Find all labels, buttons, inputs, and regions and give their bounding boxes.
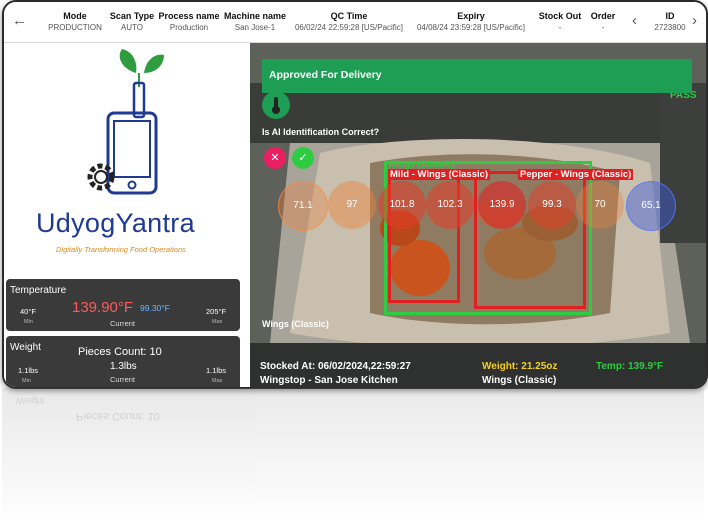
- temperature-max-label: Max: [212, 319, 223, 325]
- stocked-at-text: Stocked At: 06/02/2024,22:59:27: [260, 361, 411, 372]
- order-field: Order -: [584, 11, 622, 32]
- temperature-title: Temperature: [10, 285, 67, 296]
- machine-name-value: San Jose-1: [234, 23, 276, 32]
- temperature-current-label: Current: [110, 319, 136, 328]
- brand-name: UdyogYantra: [36, 208, 195, 238]
- weight-min-label: Min: [22, 378, 31, 384]
- temp-overlay-text: Temp: 139.9°F: [596, 361, 664, 372]
- pieces-count: Pieces Count: 10: [78, 346, 162, 358]
- temperature-max-value: 205°F: [206, 307, 227, 316]
- temp-bubble-2: 97: [328, 181, 376, 229]
- machine-name-label: Machine name: [223, 11, 287, 21]
- scan-type-value: AUTO: [120, 23, 144, 32]
- stock-out-label: Stock Out: [538, 11, 582, 21]
- temperature-min-label: Min: [24, 319, 33, 325]
- scan-type-field: Scan Type AUTO: [108, 11, 156, 32]
- mode-label: Mode: [63, 11, 87, 21]
- label-wings-side: Wings (Classic): [262, 319, 329, 329]
- temperature-current-alt: 99.30°F: [140, 303, 170, 313]
- approved-banner-text: Approved For Delivery: [269, 69, 382, 81]
- stock-out-field: Stock Out -: [536, 11, 584, 32]
- qc-time-field: QC Time 06/02/24 22:59:28 [US/Pacific]: [290, 11, 408, 32]
- label-mild-wings: Mild - Wings (Classic): [388, 169, 491, 180]
- id-label: ID: [665, 11, 675, 21]
- check-icon: ✓: [298, 152, 308, 164]
- weight-current-value: 1.3lbs: [110, 361, 137, 372]
- ai-question-text: Is AI Identification Correct?: [262, 127, 380, 137]
- process-name-label: Process name: [158, 11, 220, 21]
- weight-min-value: 1.1lbs: [18, 366, 39, 375]
- thermometer-icon: [272, 97, 280, 114]
- expiry-label: Expiry: [457, 11, 485, 21]
- temp-bubble-8: 65.1: [626, 181, 676, 231]
- stock-out-value: -: [558, 23, 562, 32]
- weight-overlay-text: Weight: 21.25oz: [482, 361, 558, 372]
- app-window: ← Mode PRODUCTION Scan Type AUTO Process…: [2, 0, 708, 389]
- temp-bubble-6: 99.3: [528, 181, 576, 229]
- weight-max-value: 1.1lbs: [206, 366, 227, 375]
- order-label: Order: [590, 11, 616, 21]
- mode-field: Mode PRODUCTION: [40, 11, 110, 32]
- id-value: 2723800: [654, 23, 686, 32]
- temp-bubble-3: 101.8: [378, 181, 426, 229]
- brand-tagline: Digitally Transforming Food Operations: [56, 245, 186, 254]
- reject-button[interactable]: ✕: [264, 147, 286, 169]
- temperature-current-value: 139.90°F: [72, 299, 134, 316]
- temp-bubble-1: 71.1: [278, 181, 328, 231]
- qc-time-label: QC Time: [330, 11, 368, 21]
- close-icon: ✕: [270, 152, 280, 164]
- left-panel: UdyogYantra Digitally Transforming Food …: [4, 43, 242, 387]
- camera-feed: fresco PASS Approved For Delivery Is AI …: [250, 43, 706, 387]
- process-name-value: Production: [169, 23, 209, 32]
- accept-button[interactable]: ✓: [292, 147, 314, 169]
- process-name-field: Process name Production: [158, 11, 220, 32]
- reflection-pieces-text: Pieces Count: 10: [76, 410, 160, 422]
- id-field: ID 2723800: [646, 11, 694, 32]
- back-arrow-icon[interactable]: ←: [12, 12, 27, 29]
- weight-max-label: Max: [212, 378, 223, 384]
- previous-record-icon[interactable]: ‹: [632, 12, 637, 29]
- udyogyantra-logo-icon: [87, 49, 164, 195]
- mode-value: PRODUCTION: [48, 23, 102, 32]
- approved-banner: Approved For Delivery: [262, 59, 692, 93]
- temp-bubble-4: 102.3: [426, 181, 474, 229]
- location-text: Wingstop - San Jose Kitchen: [260, 375, 398, 386]
- record-header: ← Mode PRODUCTION Scan Type AUTO Process…: [4, 2, 706, 43]
- expiry-field: Expiry 04/08/24 23:59:28 [US/Pacific]: [412, 11, 530, 32]
- label-pepper-wings: Pepper - Wings (Classic): [518, 169, 634, 180]
- label-wings-top: Wings (Classic): [388, 159, 455, 169]
- weight-title: Weight: [10, 342, 41, 353]
- weight-current-label: Current: [110, 375, 136, 384]
- item-overlay-text: Wings (Classic): [482, 375, 557, 386]
- thermometer-button[interactable]: [262, 91, 290, 119]
- reflection-weight-title: Weight: [16, 396, 44, 406]
- next-record-icon[interactable]: ›: [692, 12, 697, 29]
- temperature-card: Temperature 40°F Min 139.90°F 99.30°F Cu…: [6, 279, 240, 331]
- order-value: -: [601, 23, 605, 32]
- temp-bubble-7: 70: [576, 181, 624, 229]
- expiry-value: 04/08/24 23:59:28 [US/Pacific]: [416, 23, 526, 32]
- temp-bubble-5: 139.9: [478, 181, 526, 229]
- device-reflection: Pieces Count: 10 Weight: [2, 388, 704, 524]
- machine-name-field: Machine name San Jose-1: [222, 11, 288, 32]
- weight-card: Weight Pieces Count: 10 1.1lbs Min 1.3lb…: [6, 336, 240, 387]
- temperature-min-value: 40°F: [20, 307, 36, 316]
- qc-time-value: 06/02/24 22:59:28 [US/Pacific]: [294, 23, 404, 32]
- scan-type-label: Scan Type: [109, 11, 155, 21]
